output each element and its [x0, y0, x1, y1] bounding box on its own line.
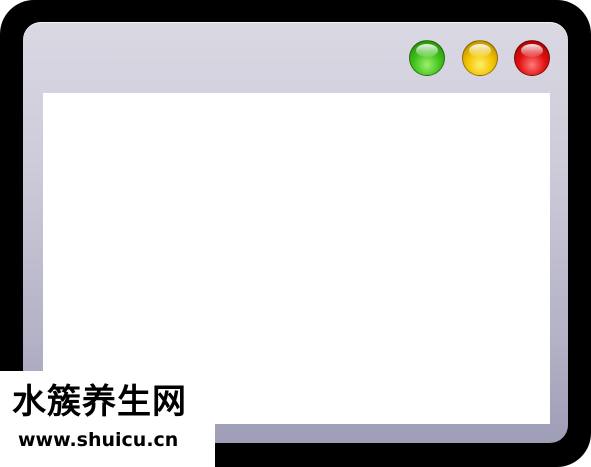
button-highlight [521, 44, 543, 57]
watermark-title: 水簇养生网 [12, 382, 187, 422]
watermark-url: www.shuicu.cn [18, 429, 179, 451]
close-button[interactable] [514, 40, 550, 76]
minimize-button[interactable] [462, 40, 498, 76]
maximize-button[interactable] [409, 40, 445, 76]
button-highlight [469, 44, 491, 57]
button-highlight [416, 44, 438, 57]
watermark: 水簇养生网 www.shuicu.cn [0, 371, 215, 467]
